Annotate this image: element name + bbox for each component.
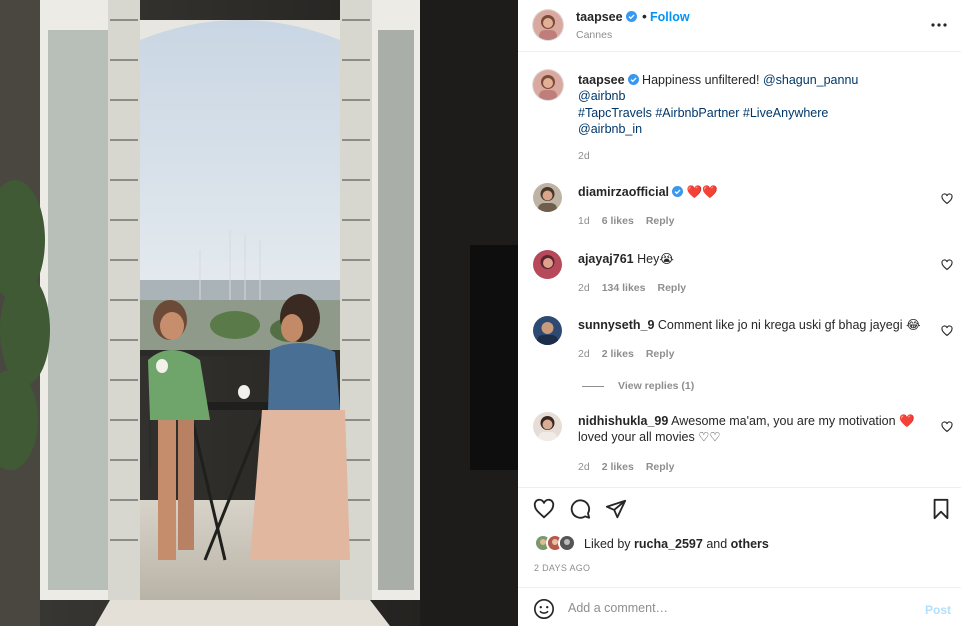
follow-button[interactable]: Follow	[650, 10, 690, 24]
post-actions: Liked by rucha_2597 and others 2 DAYS AG…	[518, 487, 961, 587]
mention-link[interactable]: @shagun_pannu	[763, 73, 858, 87]
separator-dot: •	[642, 8, 647, 24]
others-link[interactable]: others	[731, 537, 769, 551]
commenter-username[interactable]: diamirzaofficial	[578, 185, 669, 199]
share-icon[interactable]	[605, 498, 627, 520]
comment-line: nidhishukla_99 Awesome ma'am, you are my…	[578, 413, 928, 445]
comment-text: Hey😭	[637, 252, 674, 266]
comment-like-heart-icon[interactable]	[941, 325, 953, 337]
mention-link[interactable]: @airbnb_in	[578, 122, 642, 136]
comment-likes[interactable]: 2 likes	[602, 348, 634, 360]
comment-text: ❤️❤️	[686, 185, 718, 199]
verified-badge-icon	[627, 74, 639, 85]
reply-button[interactable]: Reply	[646, 461, 675, 473]
likes-summary: Liked by rucha_2597 and others	[534, 534, 954, 554]
comment-line: sunnyseth_9 Comment like jo ni krega usk…	[578, 317, 928, 333]
comment-time[interactable]: 2d	[578, 461, 590, 473]
caption-time[interactable]: 2d	[578, 150, 590, 162]
comment-time[interactable]: 2d	[578, 348, 590, 360]
post-side-panel: taapsee • Follow Cannes taapsee Happines…	[518, 0, 961, 626]
caption-username[interactable]: taapsee	[578, 73, 625, 87]
reply-button[interactable]: Reply	[657, 282, 686, 294]
comment-icon[interactable]	[569, 498, 591, 520]
comment-item: nidhishukla_99 Awesome ma'am, you are my…	[518, 412, 961, 473]
post-comment-button[interactable]: Post	[925, 603, 951, 617]
mention-link[interactable]: @airbnb	[578, 89, 625, 103]
comment-likes[interactable]: 6 likes	[602, 215, 634, 227]
view-replies-button[interactable]: View replies (1)	[582, 380, 694, 392]
reply-button[interactable]: Reply	[646, 348, 675, 360]
commenter-username[interactable]: sunnyseth_9	[578, 318, 654, 332]
post-date[interactable]: 2 DAYS AGO	[534, 563, 590, 573]
comment-like-heart-icon[interactable]	[941, 259, 953, 271]
comment-meta: 2d 2 likes Reply	[578, 348, 686, 360]
comment-text: Comment like jo ni krega uski gf bhag ja…	[657, 318, 921, 332]
hashtags-link[interactable]: #TapcTravels #AirbnbPartner #LiveAnywher…	[578, 106, 828, 120]
commenter-username[interactable]: nidhishukla_99	[578, 414, 668, 428]
comment-input[interactable]	[568, 596, 908, 620]
comment-line: diamirzaofficial ❤️❤️	[578, 184, 928, 200]
post-image	[0, 0, 518, 626]
comment-meta: 1d 6 likes Reply	[578, 215, 686, 227]
comment-likes[interactable]: 134 likes	[602, 282, 646, 294]
add-comment-bar: Post	[518, 587, 961, 626]
commenter-avatar[interactable]	[533, 250, 562, 279]
liker-username[interactable]: rucha_2597	[634, 537, 703, 551]
caption-author-avatar[interactable]	[533, 70, 563, 100]
comment-item: diamirzaofficial ❤️❤️ 1d 6 likes Reply	[518, 183, 961, 243]
verified-badge-icon	[672, 186, 683, 197]
comment-like-heart-icon[interactable]	[941, 421, 953, 433]
comment-like-heart-icon[interactable]	[941, 193, 953, 205]
liker-avatar[interactable]	[558, 534, 576, 552]
bookmark-icon[interactable]	[930, 498, 952, 520]
comment-meta: 2d 134 likes Reply	[578, 282, 698, 294]
view-replies-line	[582, 385, 604, 387]
post-location[interactable]: Cannes	[576, 29, 612, 41]
comment-item: sunnyseth_9 Comment like jo ni krega usk…	[518, 316, 961, 376]
comment-time[interactable]: 2d	[578, 282, 590, 294]
author-avatar[interactable]	[533, 10, 563, 40]
caption-body: Happiness unfiltered!	[642, 73, 763, 87]
comment-item: ajayaj761 Hey😭 2d 134 likes Reply	[518, 250, 961, 310]
comment-time[interactable]: 1d	[578, 215, 590, 227]
reply-button[interactable]: Reply	[646, 215, 675, 227]
commenter-avatar[interactable]	[533, 183, 562, 212]
post-photo[interactable]	[0, 0, 518, 626]
verified-badge-icon	[625, 11, 637, 22]
emoji-icon[interactable]	[533, 598, 555, 620]
commenter-avatar[interactable]	[533, 316, 562, 345]
heart-icon[interactable]	[533, 498, 555, 520]
author-username[interactable]: taapsee	[576, 10, 637, 24]
comment-likes[interactable]: 2 likes	[602, 461, 634, 473]
commenter-username[interactable]: ajayaj761	[578, 252, 634, 266]
comment-line: ajayaj761 Hey😭	[578, 251, 928, 267]
commenter-avatar[interactable]	[533, 412, 562, 441]
caption-text: taapsee Happiness unfiltered! @shagun_pa…	[578, 72, 938, 137]
more-options-icon[interactable]	[930, 16, 948, 34]
post-header: taapsee • Follow Cannes	[518, 0, 961, 52]
comment-meta: 2d 2 likes Reply	[578, 461, 686, 473]
likes-text: Liked by rucha_2597 and others	[584, 537, 769, 551]
